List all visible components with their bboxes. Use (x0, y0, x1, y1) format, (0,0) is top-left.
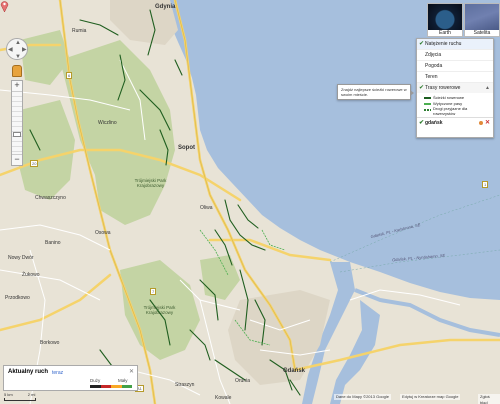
satellite-label: Satelita (473, 30, 491, 36)
traffic-swatch (121, 385, 132, 388)
legend-swatch (424, 109, 431, 111)
check-icon: ✔ (419, 41, 425, 47)
place-label: Nowy Dwór (8, 255, 34, 261)
traffic-swatch (111, 385, 122, 388)
layer-label: Zdjęcia (425, 52, 442, 58)
layer-label: Natężenie ruchu (425, 41, 462, 47)
check-icon: ✔ (419, 120, 425, 126)
earth-label: Earth (439, 30, 451, 36)
city-label: Gdynia (155, 4, 176, 10)
zoom-slider-thumb[interactable] (13, 132, 21, 137)
check-icon: ✔ (419, 85, 425, 91)
report-error-link[interactable]: Zgłoś błąd (478, 394, 500, 404)
earth-thumbnail-icon (428, 4, 462, 30)
road-shield: 20 (30, 160, 39, 167)
place-label: Banino (45, 240, 61, 246)
layer-label: Pogoda (425, 63, 443, 69)
layer-traffic[interactable]: ✔ Natężenie ruchu (417, 39, 493, 50)
scale-bar: 5 km 2 mi (4, 392, 36, 401)
road-shield: 7 (150, 288, 157, 295)
pan-left-icon[interactable]: ◀ (8, 47, 13, 53)
traffic-swatch (100, 385, 111, 388)
scale-line (4, 398, 36, 401)
road-shield: 6 (66, 72, 73, 79)
pan-down-icon[interactable]: ▼ (15, 54, 21, 60)
layer-weather[interactable]: Pogoda (417, 61, 493, 72)
scale-label: 5 km (4, 392, 13, 397)
place-label: Kowale (215, 395, 232, 401)
layers-panel: ✔ Natężenie ruchu Zdjęcia Pogoda Teren ✔… (416, 38, 494, 138)
legend-label: Ścieżki rowerowe (433, 95, 465, 100)
close-icon[interactable]: ✕ (485, 118, 490, 128)
place-label: Borkowo (40, 340, 60, 346)
traffic-now-link[interactable]: teraz (52, 370, 63, 376)
satellite-button[interactable]: Satelita (464, 3, 500, 37)
result-marker-icon (479, 121, 483, 125)
park-label: Trójmiejski Park Krajobrazowy (143, 305, 176, 315)
place-label: Rumia (72, 28, 87, 34)
layer-terrain[interactable]: Teren (417, 72, 493, 83)
legend-swatch (424, 103, 431, 105)
zoom-slider[interactable] (12, 91, 22, 155)
place-label: Osowa (95, 230, 111, 236)
traffic-widget: Aktualny ruch teraz ✕ Duży Mały (3, 365, 138, 391)
zoom-control[interactable]: + − (11, 80, 23, 166)
park-label: Trójmiejski Park Krajobrazowy (134, 178, 167, 188)
close-icon[interactable]: ✕ (129, 368, 134, 375)
location-pin-icon[interactable] (0, 0, 9, 12)
road-shield: 1 (482, 181, 489, 188)
satellite-thumbnail-icon (465, 4, 499, 30)
traffic-slow-label: Duży (90, 378, 101, 383)
bike-tooltip: Znajdź najlepsze ścieżki rowerowe w swoi… (337, 84, 414, 100)
place-label: Straszyn (175, 382, 195, 388)
layer-label: Trasy rowerowe (425, 85, 461, 91)
pan-control[interactable]: ▲ ▼ ◀ ▶ (6, 38, 28, 60)
legend-item: Drogi przyjazne dla rowerzystów (417, 106, 487, 117)
traffic-swatch (90, 385, 101, 388)
traffic-title: Aktualny ruch (8, 369, 49, 375)
pan-up-icon[interactable]: ▲ (15, 40, 21, 46)
search-result-layer[interactable]: ✔ gdańsk ✕ (417, 117, 493, 127)
place-label: Chwaszczyno (35, 195, 66, 201)
city-label: Sopot (178, 145, 195, 151)
search-result-label: gdańsk (425, 120, 443, 126)
place-label: Orunia (235, 378, 251, 384)
layer-photos[interactable]: Zdjęcia (417, 50, 493, 61)
zoom-in-button[interactable]: + (12, 81, 22, 91)
legend-label: Drogi przyjazne dla rowerzystów (433, 106, 468, 116)
legend-swatch (424, 97, 431, 99)
map-maker-link[interactable]: Edytuj w Kreatorze map Google (400, 394, 461, 400)
traffic-color-bar (90, 385, 132, 388)
place-label: Przodkowo (5, 295, 30, 301)
place-label: Oliwa (200, 205, 213, 211)
layer-label: Teren (425, 74, 438, 80)
bike-legend: Ścieżki rowerowe Wytyczone pasy Drogi pr… (417, 93, 493, 117)
traffic-fast-label: Mały (118, 378, 128, 383)
place-label: Wiczlino (98, 120, 117, 126)
zoom-out-button[interactable]: − (12, 155, 22, 165)
place-label: Żukowo (22, 272, 40, 278)
scale-label-2: 2 mi (27, 392, 36, 397)
chevron-up-icon: ▲ (485, 85, 490, 91)
layer-bike-routes[interactable]: ✔ Trasy rowerowe ▲ (417, 83, 493, 93)
earth-button[interactable]: Earth (427, 3, 463, 37)
copyright-text: Dane do Mapy ©2013 Google (334, 394, 391, 400)
city-label: Gdańsk (283, 368, 306, 374)
pan-right-icon[interactable]: ▶ (22, 47, 27, 53)
street-view-pegman-icon[interactable] (12, 65, 22, 77)
